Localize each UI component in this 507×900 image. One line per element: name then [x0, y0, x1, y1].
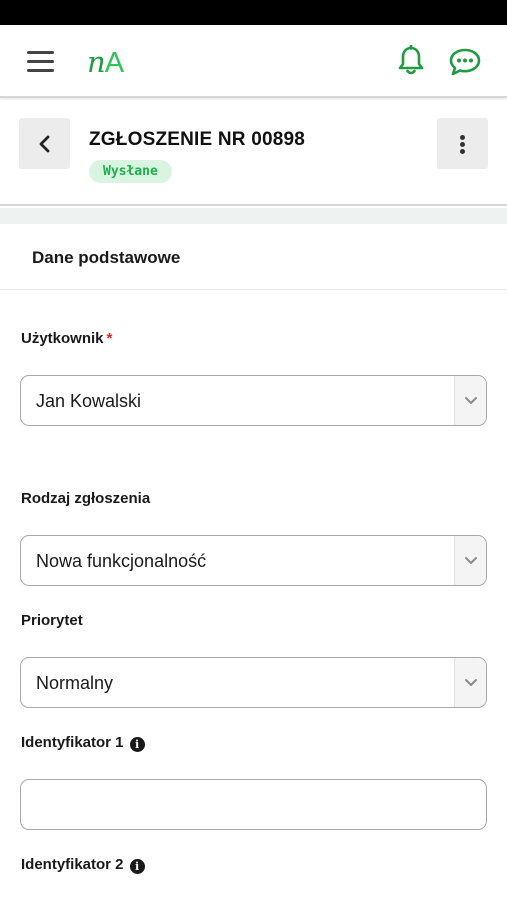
chevron-down-icon	[465, 557, 477, 564]
section-title: Dane podstawowe	[32, 248, 181, 267]
priority-label: Priorytet	[21, 612, 83, 629]
section-divider	[0, 208, 507, 224]
app-logo[interactable]: nA	[87, 45, 124, 80]
info-icon[interactable]: i	[129, 859, 145, 874]
ticket-header: ZGŁOSZENIE NR 00898 Wysłane	[0, 100, 507, 206]
user-label: Użytkownik *	[21, 330, 113, 347]
user-select-value: Jan Kowalski	[36, 391, 142, 411]
priority-select-value: Normalny	[36, 673, 114, 693]
app-header: nA	[0, 25, 507, 98]
request-type-select-value: Nowa funkcjonalność	[36, 551, 207, 571]
identifier2-label: Identyfikator 2i	[21, 856, 145, 874]
request-type-select[interactable]: Nowa funkcjonalność	[20, 535, 487, 586]
more-options-button[interactable]	[437, 118, 488, 169]
chevron-down-icon	[465, 679, 477, 686]
bell-icon[interactable]	[396, 44, 426, 77]
section-header: Dane podstawowe	[0, 224, 507, 290]
hamburger-menu-icon[interactable]	[27, 51, 54, 73]
info-icon[interactable]: i	[129, 737, 145, 752]
identifier1-label: Identyfikator 1i	[21, 734, 145, 752]
ticket-title: ZGŁOSZENIE NR 00898	[89, 129, 306, 150]
identifier1-input[interactable]	[20, 779, 487, 830]
back-button[interactable]	[19, 118, 70, 169]
chat-bubble-icon[interactable]	[448, 47, 482, 77]
chevron-left-icon	[39, 135, 49, 152]
request-type-label: Rodzaj zgłoszenia	[21, 490, 151, 507]
system-status-bar	[0, 0, 507, 25]
status-badge: Wysłane	[89, 160, 172, 183]
required-mark: *	[106, 330, 113, 347]
user-select[interactable]: Jan Kowalski	[20, 375, 487, 426]
priority-select[interactable]: Normalny	[20, 657, 487, 708]
chevron-down-icon	[465, 397, 477, 404]
